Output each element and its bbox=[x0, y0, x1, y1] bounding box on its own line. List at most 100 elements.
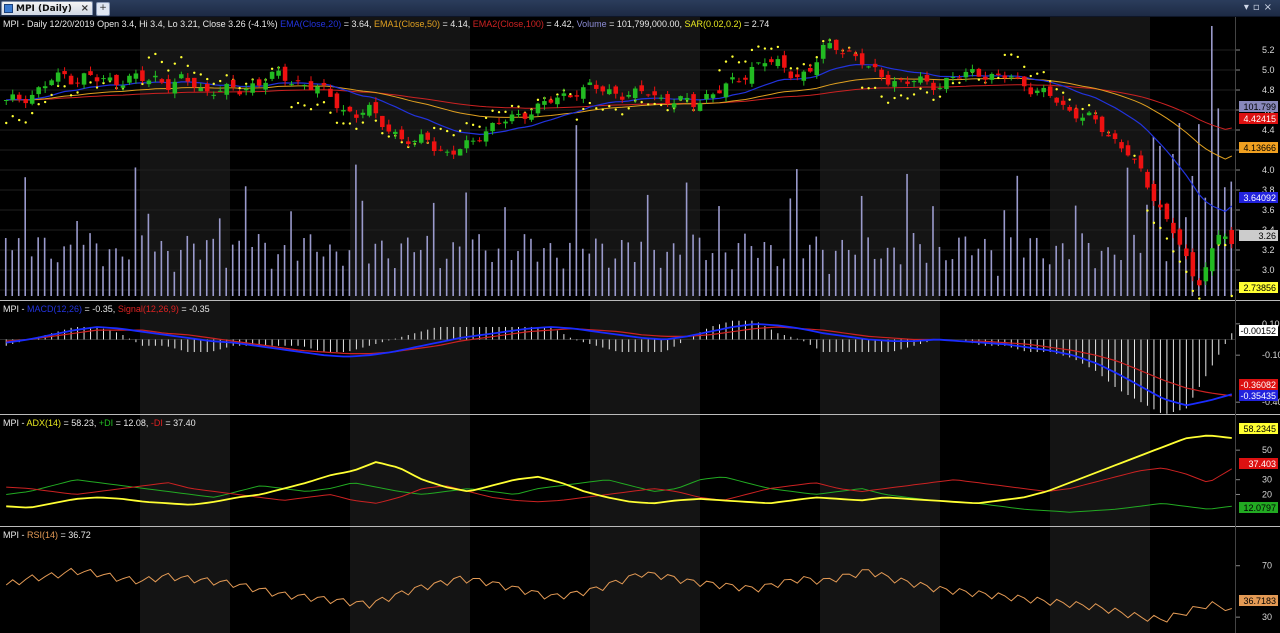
volume-bar bbox=[530, 238, 532, 296]
candle-body bbox=[418, 134, 424, 143]
candle-body bbox=[464, 140, 469, 149]
candle-body bbox=[81, 73, 87, 85]
add-tab-button[interactable]: + bbox=[96, 2, 110, 16]
candle-body bbox=[1210, 248, 1215, 272]
volume-bar bbox=[925, 262, 928, 296]
sar-dot bbox=[322, 101, 326, 104]
sar-dot bbox=[361, 121, 365, 124]
candle-body bbox=[846, 50, 852, 52]
volume-bar bbox=[1165, 261, 1168, 296]
candle-body bbox=[658, 97, 664, 99]
tab-mpi-daily[interactable]: MPI (Daily) × bbox=[1, 1, 93, 15]
volume-bar bbox=[257, 234, 260, 296]
sar-dot bbox=[614, 108, 617, 111]
sar-dot bbox=[1023, 65, 1026, 69]
volume-bar bbox=[679, 254, 681, 296]
candle-body bbox=[568, 95, 573, 98]
chart-area[interactable]: MPI - Daily 12/20/2019 Open 3.4, Hi 3.4,… bbox=[0, 17, 1280, 633]
volume-bar bbox=[264, 242, 266, 296]
sar-dot bbox=[608, 105, 611, 108]
volume-bar bbox=[757, 257, 759, 296]
sar-dot bbox=[193, 71, 196, 74]
candle-body bbox=[885, 74, 891, 85]
sar-dot bbox=[160, 60, 164, 64]
candle-body bbox=[1021, 76, 1027, 87]
candle-body bbox=[613, 86, 619, 94]
sar-dot bbox=[1068, 98, 1071, 101]
sar-dot bbox=[219, 79, 222, 83]
volume-bar bbox=[316, 251, 318, 296]
candle-body bbox=[561, 93, 567, 96]
sar-dot bbox=[167, 69, 170, 72]
sar-dot bbox=[880, 95, 883, 98]
candle-body bbox=[94, 77, 100, 82]
volume-bar bbox=[1178, 123, 1181, 296]
candle-body bbox=[412, 140, 418, 142]
volume-bar bbox=[582, 248, 584, 296]
volume-bar bbox=[672, 243, 675, 296]
candle-body bbox=[256, 79, 262, 86]
candle-body bbox=[16, 94, 22, 100]
candle-body bbox=[820, 44, 826, 59]
candle-body bbox=[691, 94, 696, 108]
window-controls[interactable]: ▾▫× bbox=[1244, 2, 1276, 13]
candle-body bbox=[217, 90, 223, 92]
candle-body bbox=[769, 59, 774, 63]
candle-body bbox=[1125, 145, 1131, 156]
candle-body bbox=[503, 121, 508, 124]
candle-body bbox=[840, 53, 845, 55]
sar-dot bbox=[659, 103, 663, 107]
volume-bar bbox=[368, 263, 370, 296]
volume-bar bbox=[342, 265, 344, 296]
candle-body bbox=[516, 113, 521, 116]
candle-body bbox=[509, 114, 515, 122]
sar-dot bbox=[433, 126, 436, 130]
volume-bar bbox=[1061, 243, 1064, 296]
sar-dot bbox=[238, 86, 241, 90]
close-icon[interactable]: × bbox=[81, 2, 89, 16]
candle-body bbox=[328, 88, 333, 97]
volume-bar bbox=[783, 258, 785, 296]
candle-body bbox=[859, 53, 865, 65]
candle-body bbox=[808, 67, 813, 72]
volume-bar bbox=[932, 206, 934, 296]
time-band bbox=[1050, 17, 1150, 633]
candle-body bbox=[626, 94, 631, 97]
volume-bar bbox=[115, 248, 117, 296]
volume-bar bbox=[381, 240, 383, 296]
candle-body bbox=[1164, 203, 1170, 220]
sar-dot bbox=[899, 94, 903, 97]
candle-body bbox=[535, 103, 541, 114]
volume-bar bbox=[192, 243, 195, 296]
volume-bar bbox=[536, 261, 539, 296]
volume-bar bbox=[1048, 264, 1051, 296]
sar-dot bbox=[50, 93, 53, 97]
candle-body bbox=[529, 114, 534, 120]
rsi-tag: 36.7183 bbox=[1243, 596, 1276, 606]
volume-bar bbox=[1107, 247, 1109, 296]
volume-bar bbox=[899, 264, 902, 296]
candle-body bbox=[1067, 106, 1072, 111]
candle-body bbox=[833, 39, 839, 51]
candle-body bbox=[1184, 248, 1189, 257]
candle-body bbox=[107, 77, 113, 81]
candle-body bbox=[697, 103, 703, 111]
volume-bar bbox=[497, 248, 500, 296]
sar-dot bbox=[1055, 88, 1058, 91]
candle-body bbox=[801, 71, 807, 81]
volume-bar bbox=[17, 238, 20, 296]
tab-bar: MPI (Daily) × + ▾▫× bbox=[0, 0, 1280, 17]
volume-bar bbox=[432, 202, 435, 296]
volume-bar bbox=[1100, 250, 1103, 296]
candle-body bbox=[736, 81, 742, 83]
sar-dot bbox=[977, 78, 981, 81]
volume-bar bbox=[1126, 167, 1129, 296]
candle-body bbox=[619, 96, 625, 100]
volume-bar bbox=[154, 251, 156, 296]
sar-dot bbox=[536, 98, 540, 102]
volume-bar bbox=[873, 258, 876, 296]
candle-body bbox=[1229, 230, 1235, 244]
candle-body bbox=[282, 66, 288, 81]
sar-dot bbox=[1042, 70, 1045, 74]
signal-tag: -0.36082 bbox=[1240, 380, 1276, 390]
